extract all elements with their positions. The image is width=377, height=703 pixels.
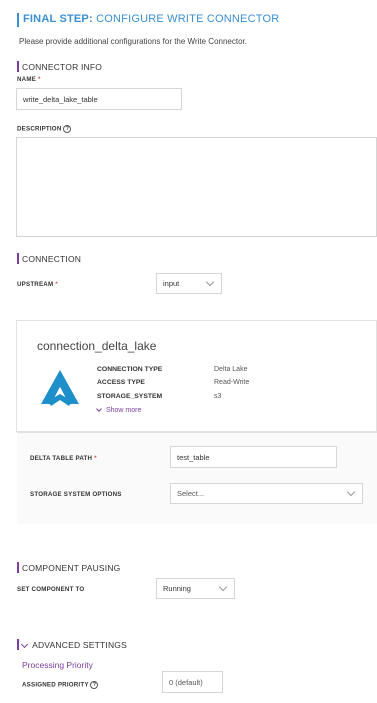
page-title-bold: FINAL STEP: [23, 13, 93, 25]
storage-options-placeholder: Select... [177, 489, 205, 498]
assigned-priority-label-text: ASSIGNED PRIORITY [22, 681, 89, 689]
chevron-down-icon [20, 640, 29, 648]
connector-info-heading: CONNECTOR INFO [22, 62, 103, 72]
page-title: FINAL STEP: CONFIGURE WRITE CONNECTOR [23, 13, 279, 25]
connection-bar [17, 253, 19, 264]
show-more-link[interactable]: Show more [96, 405, 142, 414]
chevron-down-icon [205, 277, 215, 287]
assigned-priority-input[interactable]: 0 (default) [162, 671, 223, 693]
access-type-value: Read-Write [214, 379, 250, 386]
advanced-heading-text: ADVANCED SETTINGS [32, 640, 127, 650]
description-label-text: DESCRIPTION [17, 125, 62, 133]
chevron-down-icon [218, 582, 228, 592]
storage-options-label: STORAGE SYSTEM OPTIONS [30, 491, 122, 498]
connection-type-value: Delta Lake [214, 366, 248, 373]
required-mark: * [55, 281, 58, 288]
delta-path-label-text: DELTA TABLE PATH [30, 455, 93, 462]
description-label: DESCRIPTION ? [17, 125, 72, 133]
title-accent-bar [17, 13, 19, 27]
storage-system-key: STORAGE_SYSTEM [97, 393, 163, 400]
advanced-bar [17, 639, 19, 650]
description-textarea[interactable] [16, 137, 377, 237]
upstream-select-value: input [163, 279, 180, 288]
upstream-label-text: UPSTREAM [17, 281, 54, 288]
required-mark: * [37, 76, 41, 83]
storage-options-select[interactable]: Select... [170, 483, 363, 504]
name-input[interactable]: write_delta_lake_table [16, 88, 182, 110]
show-more-text: Show more [105, 407, 142, 414]
chevron-down-icon [96, 405, 102, 412]
chevron-down-icon [346, 487, 356, 497]
pausing-bar [17, 562, 19, 573]
connection-card: connection_delta_lake CONNECTION TYPE De… [16, 320, 377, 432]
access-type-key: ACCESS TYPE [97, 379, 145, 386]
page-title-rest: CONFIGURE WRITE CONNECTOR [96, 13, 280, 25]
upstream-select[interactable]: input [156, 273, 222, 294]
required-mark: * [94, 455, 97, 462]
set-component-label: SET COMPONENT TO [17, 586, 85, 593]
delta-path-input[interactable]: test_table [170, 446, 337, 468]
connection-card-name: connection_delta_lake [37, 339, 157, 353]
assigned-priority-value: 0 (default) [169, 677, 203, 687]
connection-heading: CONNECTION [22, 254, 82, 264]
processing-priority-heading: Processing Priority [22, 660, 93, 670]
name-label-text: NAME [17, 76, 37, 83]
help-icon[interactable]: ? [63, 125, 72, 133]
upstream-label: UPSTREAM * [17, 281, 58, 288]
connector-info-bar [17, 61, 19, 72]
help-icon[interactable]: ? [90, 681, 99, 689]
connection-type-key: CONNECTION TYPE [97, 366, 163, 373]
name-input-value: write_delta_lake_table [23, 94, 98, 104]
delta-path-input-value: test_table [177, 452, 210, 462]
delta-path-label: DELTA TABLE PATH * [30, 455, 97, 462]
assigned-priority-label: ASSIGNED PRIORITY ? [22, 681, 99, 689]
set-component-select[interactable]: Running [156, 578, 235, 599]
pausing-heading: COMPONENT PAUSING [22, 563, 121, 573]
advanced-heading[interactable]: ADVANCED SETTINGS [20, 640, 127, 650]
page-subtitle: Please provide additional configurations… [19, 37, 247, 46]
name-label: NAME * [17, 76, 41, 83]
delta-lake-logo-icon [41, 370, 79, 406]
storage-system-value: s3 [214, 393, 222, 400]
set-component-value: Running [163, 584, 191, 593]
